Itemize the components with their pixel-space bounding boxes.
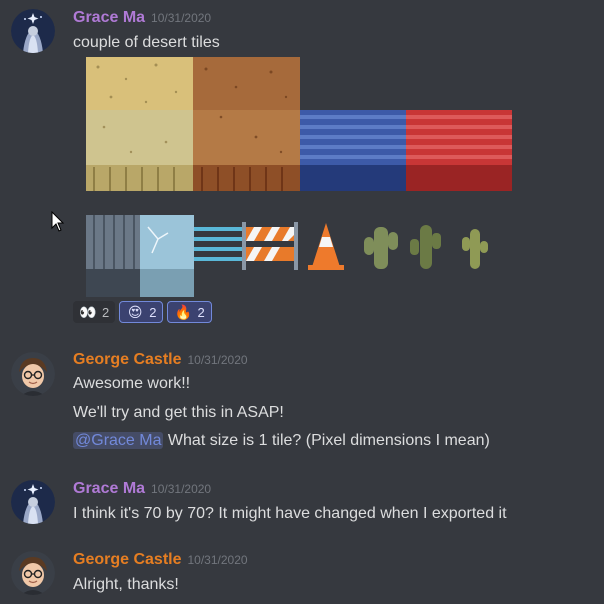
message-header: Grace Ma 10/31/2020 bbox=[73, 9, 211, 27]
eyes-emoji-icon: 👀 bbox=[79, 303, 97, 320]
timestamp: 10/31/2020 bbox=[187, 553, 248, 567]
message-text: couple of desert tiles bbox=[73, 34, 220, 51]
reaction-count: 2 bbox=[197, 304, 205, 320]
reaction-count: 2 bbox=[149, 304, 157, 320]
username[interactable]: George Castle bbox=[73, 351, 181, 368]
message-text: @Grace Ma What size is 1 tile? (Pixel di… bbox=[73, 432, 490, 450]
username[interactable]: Grace Ma bbox=[73, 9, 145, 26]
timestamp: 10/31/2020 bbox=[151, 482, 212, 496]
timestamp: 10/31/2020 bbox=[151, 11, 212, 25]
message-text-span: What size is 1 tile? (Pixel dimensions I… bbox=[163, 432, 490, 449]
reaction-fire[interactable]: 🔥 2 bbox=[167, 301, 212, 323]
message-header: George Castle 10/31/2020 bbox=[73, 551, 248, 569]
message-header: George Castle 10/31/2020 bbox=[73, 351, 248, 369]
avatar[interactable] bbox=[11, 480, 55, 524]
reaction-heart-eyes[interactable]: 😍 2 bbox=[119, 301, 164, 323]
reaction-eyes[interactable]: 👀 2 bbox=[73, 301, 116, 323]
username[interactable]: George Castle bbox=[73, 551, 181, 568]
image-attachment[interactable] bbox=[86, 57, 514, 299]
reaction-count: 2 bbox=[102, 304, 110, 320]
message-text: We'll try and get this in ASAP! bbox=[73, 404, 284, 421]
reactions-bar: 👀 2 😍 2 🔥 2 bbox=[73, 301, 212, 323]
message-text: Awesome work!! bbox=[73, 375, 191, 392]
message-text: I think it's 70 by 70? It might have cha… bbox=[73, 505, 507, 522]
username[interactable]: Grace Ma bbox=[73, 480, 145, 497]
message-text: Alright, thanks! bbox=[73, 576, 179, 593]
avatar[interactable] bbox=[11, 352, 55, 396]
mouse-cursor-icon bbox=[51, 211, 65, 232]
avatar[interactable] bbox=[11, 551, 55, 595]
message-header: Grace Ma 10/31/2020 bbox=[73, 480, 211, 498]
avatar[interactable] bbox=[11, 9, 55, 53]
fire-emoji-icon: 🔥 bbox=[174, 303, 193, 320]
timestamp: 10/31/2020 bbox=[187, 353, 248, 367]
heart-eyes-emoji-icon: 😍 bbox=[127, 303, 143, 320]
user-mention[interactable]: @Grace Ma bbox=[73, 432, 164, 449]
